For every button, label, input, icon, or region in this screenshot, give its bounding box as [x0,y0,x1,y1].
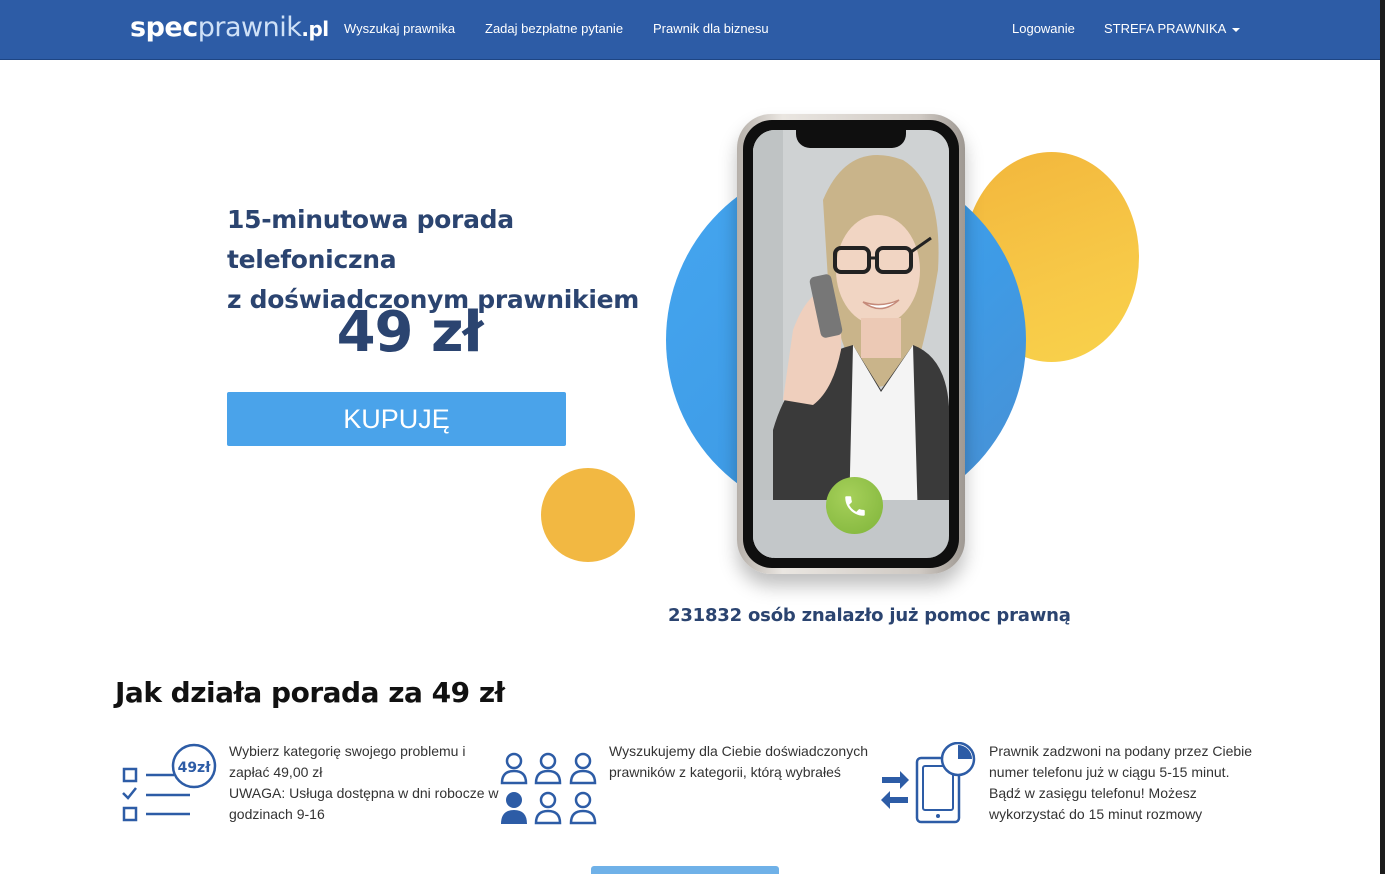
top-navbar: specprawnik.pl Wyszukaj prawnika Zadaj b… [0,0,1380,60]
logo-prawnik: prawnik [197,12,302,43]
step-1-text: Wybierz kategorię swojego problemu i zap… [229,741,499,825]
step-3-line: numer telefonu już w ciągu 5-15 minut. [989,764,1230,780]
step-2-line: Wyszukujemy dla Ciebie doświadczonych [609,743,868,759]
logo-pl: .pl [301,17,329,41]
nav-link-business-lawyer[interactable]: Prawnik dla biznesu [653,21,769,36]
page: specprawnik.pl Wyszukaj prawnika Zadaj b… [0,0,1385,874]
logo-spec: spec [130,12,198,43]
step-2-text: Wyszukujemy dla Ciebie doświadczonych pr… [609,741,879,783]
partial-bottom-button[interactable] [591,866,779,874]
phone-handset-icon [844,495,865,516]
hero-title-line1: 15-minutowa porada telefoniczna [227,205,514,274]
step-1-line: Wybierz kategorię swojego problemu i [229,743,466,759]
window-edge [1380,0,1385,874]
nav-link-find-lawyer[interactable]: Wyszukaj prawnika [344,21,455,36]
nav-link-login[interactable]: Logowanie [1012,21,1075,36]
lawyer-zone-label: STREFA PRAWNIKA [1104,21,1227,36]
site-logo[interactable]: specprawnik.pl [130,12,329,43]
step-2-line: prawników z kategorii, którą wybrałeś [609,764,841,780]
step-3-line: Bądź w zasięgu telefonu! Możesz [989,785,1197,801]
call-button[interactable] [826,477,883,534]
decor-circle-yellow-small [541,468,635,562]
people-group-icon [500,752,597,825]
caret-down-icon [1232,27,1241,32]
step-1-line: godzinach 9-16 [229,806,325,822]
step-1-line: UWAGA: Usługa dostępna w dni robocze w [229,785,499,801]
buy-button[interactable]: KUPUJĘ [227,392,566,446]
price-badge-text: 49zł [178,760,212,776]
phone-notch [796,130,906,148]
step-3-line: wykorzystać do 15 minut rozmowy [989,806,1203,822]
helped-people-counter: 231832 osób znalazło już pomoc prawną [668,605,1071,626]
lawyer-zone-dropdown[interactable]: STREFA PRAWNIKA [1104,21,1241,36]
nav-link-free-question[interactable]: Zadaj bezpłatne pytanie [485,21,623,36]
checklist-price-icon: 49zł [122,743,217,822]
step-3-line: Prawnik zadzwoni na podany przez Ciebie [989,743,1253,759]
hero-price: 49 zł [336,300,484,365]
step-1-line: zapłać 49,00 zł [229,764,323,780]
how-it-works-title: Jak działa porada za 49 zł [115,676,505,709]
step-3-text: Prawnik zadzwoni na podany przez Ciebie … [989,741,1269,825]
phone-call-icon [881,742,976,824]
